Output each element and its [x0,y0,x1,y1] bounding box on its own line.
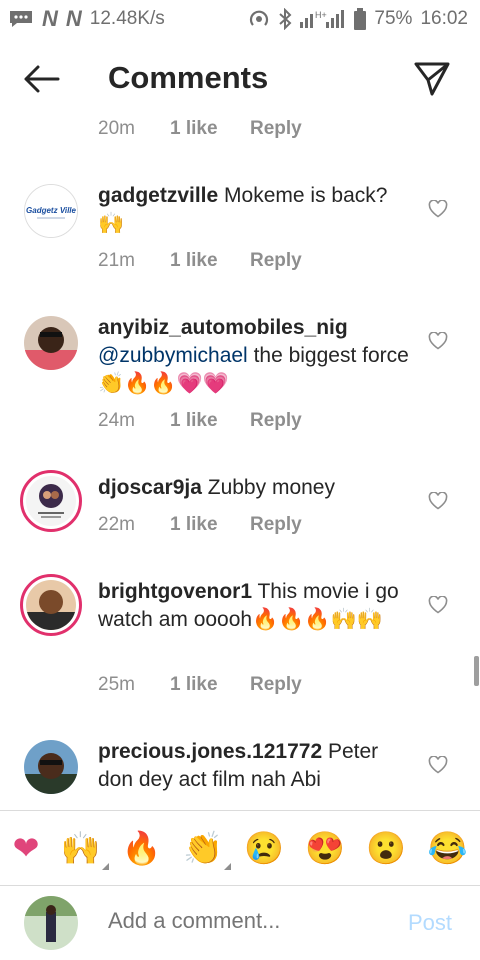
current-user-avatar [24,896,78,950]
avatar-image [26,476,76,526]
fire-emoji-button[interactable]: 🔥 [122,828,162,868]
signal-icon: H+ [300,8,346,30]
avatar[interactable] [20,574,82,636]
status-bar: N N 12.48K/s H+ 75% 16:02 [0,0,480,38]
comment-text: brightgovenor1 This movie i go watch am … [98,578,416,634]
comment-text: precious.jones.121772 Peter don dey act … [98,738,416,794]
reply-button[interactable]: Reply [250,250,302,272]
comment-body: Zubby money [207,476,335,499]
reply-button[interactable]: Reply [250,514,302,536]
skin-tone-indicator-icon [223,863,231,870]
heart-outline-icon [428,755,448,774]
skin-tone-indicator-icon [101,863,109,870]
heart-outline-icon [428,199,448,218]
like-button[interactable] [428,491,448,510]
share-button[interactable] [412,60,452,98]
heart-outline-icon [428,331,448,350]
network-type: H+ [315,10,327,20]
reply-button[interactable]: Reply [250,118,302,140]
n-notification-icon: N [42,6,58,31]
page-title: Comments [108,60,269,95]
reply-button[interactable]: Reply [250,674,302,696]
comment-list[interactable]: 20m 1 like Reply Gadgetz Ville gadgetzvi… [0,108,480,808]
network-speed: 12.48K/s [89,8,165,29]
comment-likes[interactable]: 1 like [170,514,250,536]
heart-emoji-button[interactable]: ❤ [13,828,40,868]
reply-button[interactable]: Reply [250,410,302,432]
comment-mention[interactable]: @zubbymichael [98,344,248,367]
clock: 16:02 [420,8,468,29]
battery-percent: 75% [374,8,413,29]
comment-meta: 20m 1 like Reply [98,118,302,140]
avatar[interactable] [24,316,78,370]
raised-hands-emoji-button[interactable]: 🙌 [60,828,109,870]
crying-emoji-button[interactable]: 😢 [244,828,284,868]
like-button[interactable] [428,595,448,614]
paper-plane-icon [414,62,450,96]
comment-time: 22m [98,514,135,535]
comment-username[interactable]: brightgovenor1 [98,580,252,603]
avatar[interactable]: Gadgetz Ville [24,184,78,238]
comment-time: 20m [98,118,135,139]
avatar-image [26,580,76,630]
comment-meta: 21m 1 like Reply [98,250,302,272]
comment-input[interactable] [108,908,388,934]
comment-likes[interactable]: 1 like [170,674,250,696]
comment-username[interactable]: precious.jones.121772 [98,740,322,763]
header: Comments [0,40,480,118]
comment-likes[interactable]: 1 like [170,410,250,432]
hotspot-icon [248,8,270,30]
comment-username[interactable]: gadgetzville [98,184,218,207]
avatar[interactable] [24,740,78,794]
post-button[interactable]: Post [408,910,452,936]
laughing-emoji-button[interactable]: 😂 [427,828,467,868]
emoji-quick-bar: ❤ 🙌 🔥 👏 😢 😍 😮 😂 [0,810,480,886]
clap-emoji-button[interactable]: 👏 [182,828,231,870]
clap-emoji: 👏 [182,830,223,866]
raised-hands-emoji: 🙌 [60,830,101,866]
avatar[interactable] [20,470,82,532]
avatar-logo-text: Gadgetz Ville [26,206,76,215]
back-button[interactable] [22,64,62,94]
bluetooth-icon [278,8,292,30]
messages-icon [8,9,34,29]
comment-meta: 24m 1 like Reply [98,410,302,432]
battery-icon [354,8,367,30]
heart-eyes-emoji-button[interactable]: 😍 [305,828,345,868]
heart-outline-icon [428,491,448,510]
n-notification-icon-2: N [65,6,82,31]
like-button[interactable] [428,331,448,350]
like-button[interactable] [428,755,448,774]
comment-meta: 25m 1 like Reply [98,674,302,696]
heart-outline-icon [428,595,448,614]
arrow-left-icon [24,65,60,93]
comment-likes[interactable]: 1 like [170,118,250,140]
comment-text: anyibiz_automobiles_nig @zubbymichael th… [98,314,416,398]
comment-username[interactable]: djoscar9ja [98,476,202,499]
comment-time: 25m [98,674,135,695]
comment-composer: Post [0,886,480,960]
comment-meta: 22m 1 like Reply [98,514,302,536]
comment-text: djoscar9ja Zubby money [98,474,416,502]
surprised-emoji-button[interactable]: 😮 [366,828,406,868]
comment-time: 24m [98,410,135,431]
comment-username[interactable]: anyibiz_automobiles_nig [98,316,348,339]
comment-text: gadgetzville Mokeme is back? 🙌 [98,182,416,238]
scrollbar[interactable] [474,656,479,686]
like-button[interactable] [428,199,448,218]
comment-time: 21m [98,250,135,271]
comment-likes[interactable]: 1 like [170,250,250,272]
